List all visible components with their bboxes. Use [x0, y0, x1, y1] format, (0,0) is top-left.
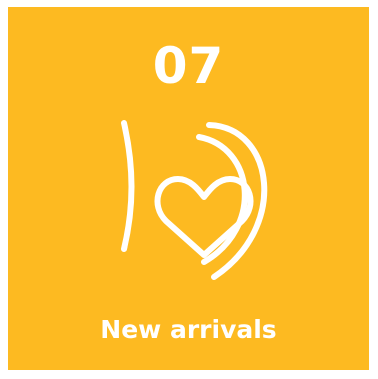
new-arrivals-tile[interactable]: 07 New arrivals [8, 7, 369, 370]
hug-heart-icon [121, 120, 268, 280]
tile-number: 07 [152, 37, 225, 95]
tile-label: New arrivals [100, 315, 277, 344]
